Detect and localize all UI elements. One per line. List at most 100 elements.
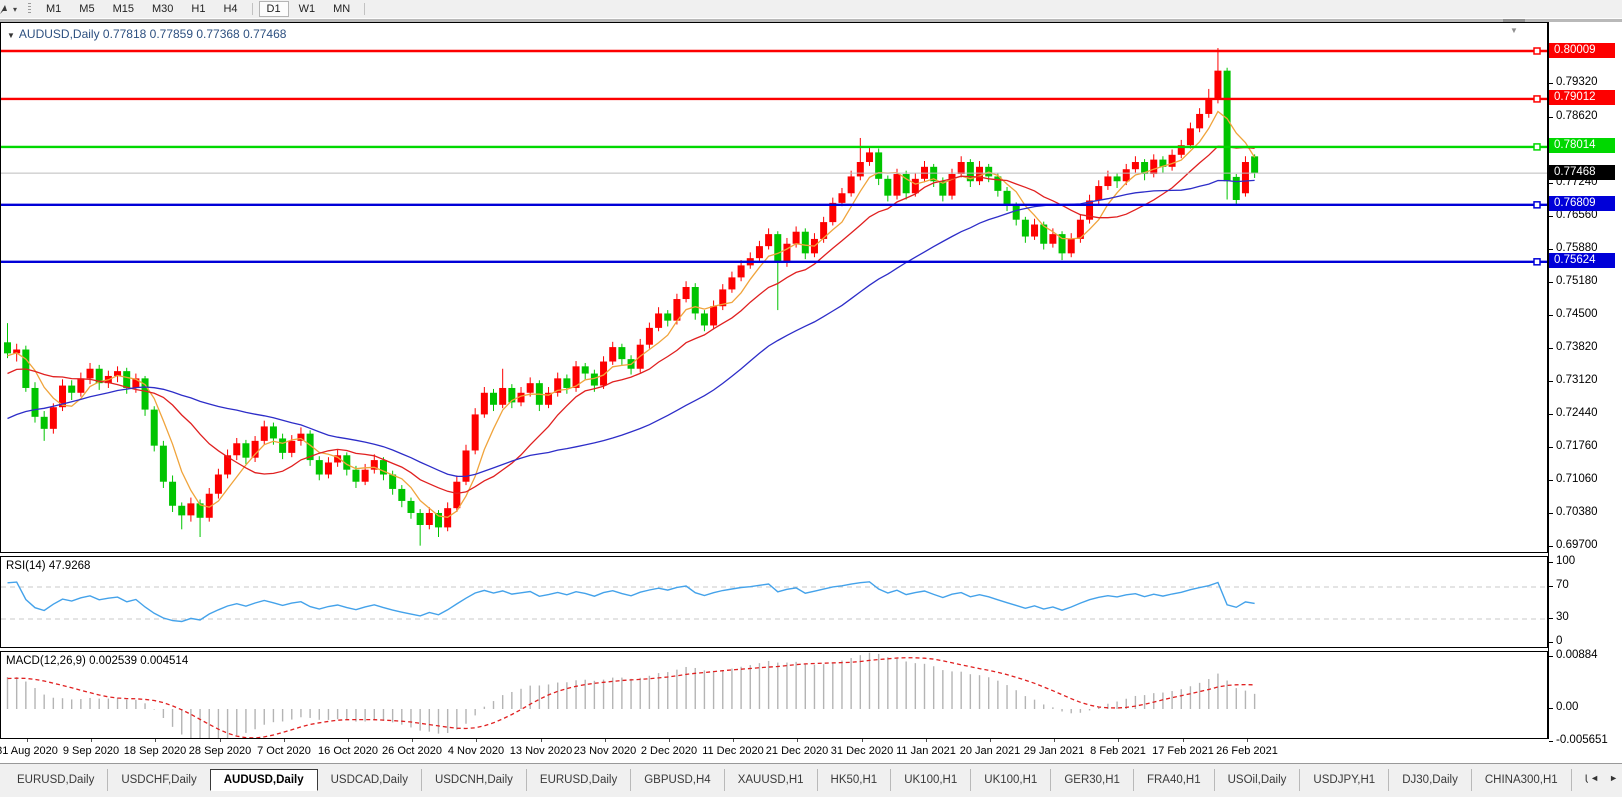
chart-tab-china300-h1[interactable]: CHINA300,H1	[1470, 769, 1571, 791]
date-label: 23 Nov 2020	[573, 745, 637, 757]
tab-scroll-left-icon[interactable]: ◄	[1588, 771, 1601, 785]
price-axis[interactable]: 0.793200.786200.779400.772400.765600.758…	[1548, 22, 1622, 763]
chart-tab-usdjpy-h1[interactable]: USDJPY,H1	[1299, 769, 1388, 791]
price-tick	[1549, 480, 1553, 481]
date-label: 29 Jan 2021	[1023, 745, 1085, 757]
price-tick-label: 0.74500	[1556, 308, 1598, 320]
price-tick-label: 0.70380	[1556, 506, 1598, 518]
date-label: 17 Feb 2021	[1152, 745, 1214, 757]
macd-tick-label: 0.00	[1556, 701, 1579, 713]
chart-tab-usdchf-daily[interactable]: USDCHF,Daily	[107, 769, 209, 791]
timeframe-button-mn[interactable]: MN	[325, 1, 358, 17]
main-chart-panel[interactable]: ▼ AUDUSD,Daily 0.77818 0.77859 0.77368 0.…	[0, 22, 1548, 553]
date-tick	[1183, 739, 1184, 742]
timeframe-button-w1[interactable]: W1	[291, 1, 324, 17]
rsi-chart	[1, 581, 1547, 623]
macd-label: MACD(12,26,9) 0.002539 0.004514	[6, 655, 189, 667]
macd-panel[interactable]: MACD(12,26,9) 0.002539 0.004514	[0, 651, 1548, 739]
cursor-tool-icon[interactable]: ▾	[0, 1, 24, 17]
chart-tab-gbpusd-h4[interactable]: GBPUSD,H4	[630, 769, 723, 791]
chart-tabs: EURUSD,Daily USDCHF,Daily AUDUSD,Daily USDC…	[4, 769, 1588, 791]
date-tick	[990, 739, 991, 742]
timeframe-toolbar: ▾ M1 M5 M15 M30 H1 H4 D1 W1 MN	[0, 0, 1622, 18]
date-label: 31 Dec 2020	[830, 745, 894, 757]
date-tick	[797, 739, 798, 742]
chart-tab-usoil-daily[interactable]: USOil,Daily	[1213, 769, 1300, 791]
macd-tick	[1549, 708, 1553, 709]
price-tick	[1549, 546, 1553, 547]
date-tick	[1054, 739, 1055, 742]
date-tick	[476, 739, 477, 742]
date-axis[interactable]: 31 Aug 2020 9 Sep 2020 18 Sep 2020 28 Sep 2…	[0, 739, 1548, 763]
date-label: 11 Dec 2020	[702, 745, 764, 757]
price-level-badge: 0.78014	[1549, 138, 1615, 153]
timeframe-button-m30[interactable]: M30	[144, 1, 181, 17]
price-tick	[1549, 249, 1553, 250]
rsi-panel[interactable]: RSI(14) 47.9268	[0, 556, 1548, 648]
rsi-tick	[1549, 586, 1553, 587]
date-tick	[412, 739, 413, 742]
price-tick-label: 0.73120	[1556, 374, 1598, 386]
chart-tab-uk100-h1[interactable]: UK100,H1	[970, 769, 1050, 791]
chart-tab-eurusd-daily[interactable]: EURUSD,Daily	[4, 769, 107, 791]
timeframe-buttons: M1 M5 M15 M30 H1 H4 D1 W1 MN	[37, 1, 370, 17]
chart-tab-ger30-h1[interactable]: GER30,H1	[1050, 769, 1133, 791]
chart-tab-dj30-daily[interactable]: DJ30,Daily	[1388, 769, 1471, 791]
date-label: 31 Aug 2020	[0, 745, 58, 757]
price-tick-label: 0.78620	[1556, 110, 1598, 122]
current-price-badge: 0.77468	[1549, 165, 1615, 180]
chart-shift-marker-icon[interactable]: ▼	[1510, 26, 1518, 35]
timeframe-button-h1[interactable]: H1	[183, 1, 213, 17]
chart-tab-usdcnh-daily[interactable]: USDCNH,Daily	[420, 769, 526, 791]
chart-tab-hk50-h1[interactable]: HK50,H1	[816, 769, 891, 791]
date-label: 11 Jan 2021	[896, 745, 956, 757]
date-tick	[1118, 739, 1119, 742]
chart-tab-eurusd-daily[interactable]: EURUSD,Daily	[525, 769, 630, 791]
date-label: 18 Sep 2020	[123, 745, 187, 757]
price-level-badge: 0.79012	[1549, 90, 1615, 105]
date-label: 2 Dec 2020	[640, 745, 698, 757]
rsi-tick	[1549, 618, 1553, 619]
toolbar-separator	[364, 3, 366, 15]
tab-scroll-arrows: ◄ ►	[1588, 771, 1620, 785]
date-label: 26 Feb 2021	[1216, 745, 1278, 757]
macd-tick	[1549, 741, 1553, 742]
timeframe-button-m15[interactable]: M15	[105, 1, 142, 17]
toolbar-separator	[251, 3, 253, 15]
date-label: 20 Jan 2021	[959, 745, 1021, 757]
date-tick	[91, 739, 92, 742]
chart-tab-uk100-h1[interactable]: UK100,H1	[890, 769, 970, 791]
date-label: 16 Oct 2020	[318, 745, 378, 757]
timeframe-button-h4[interactable]: H4	[215, 1, 245, 17]
date-label: 28 Sep 2020	[188, 745, 252, 757]
chart-tab-usoil-[interactable]: USOil,	[1570, 769, 1588, 791]
timeframe-button-d1[interactable]: D1	[258, 1, 289, 17]
price-tick	[1549, 282, 1553, 283]
chart-tab-usdcad-daily[interactable]: USDCAD,Daily	[318, 769, 421, 791]
price-tick	[1549, 83, 1553, 84]
price-tick	[1549, 513, 1553, 514]
price-tick-label: 0.75180	[1556, 275, 1598, 287]
macd-tick	[1549, 656, 1553, 657]
timeframe-button-m5[interactable]: M5	[71, 1, 102, 17]
chart-tab-xauusd-h1[interactable]: XAUUSD,H1	[723, 769, 817, 791]
rsi-tick-label: 100	[1556, 555, 1576, 567]
tab-scroll-right-icon[interactable]: ►	[1607, 771, 1620, 785]
date-tick	[669, 739, 670, 742]
collapse-triangle-icon[interactable]: ▼	[7, 31, 15, 40]
date-label: 13 Nov 2020	[509, 745, 573, 757]
candlestick-chart[interactable]	[1, 23, 1547, 552]
macd-tick-label: 0.00884	[1556, 649, 1598, 661]
chart-tab-audusd-daily[interactable]: AUDUSD,Daily	[209, 769, 318, 791]
date-tick	[541, 739, 542, 742]
pointer-icon	[0, 4, 7, 14]
price-tick	[1549, 216, 1553, 217]
timeframe-button-m1[interactable]: M1	[38, 1, 69, 17]
date-label: 8 Feb 2021	[1090, 745, 1146, 757]
date-tick	[926, 739, 927, 742]
date-tick	[1247, 739, 1248, 742]
toolbar-grip[interactable]	[28, 3, 31, 15]
rsi-tick-label: 0	[1556, 635, 1563, 647]
chart-tab-fra40-h1[interactable]: FRA40,H1	[1132, 769, 1214, 791]
date-tick	[733, 739, 734, 742]
